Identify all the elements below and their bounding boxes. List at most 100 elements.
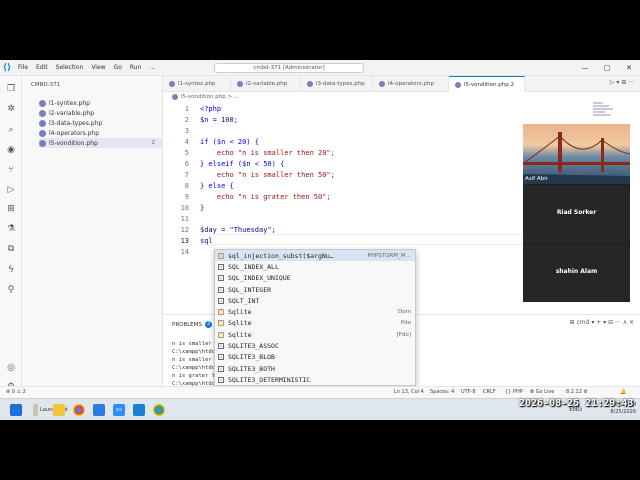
file-item-l4-operators[interactable]: l4-operators.php xyxy=(39,128,163,138)
suggestion-item[interactable]: ▫ SQL_INTEGER xyxy=(215,284,415,295)
suggestion-label: SQLT_INT xyxy=(228,296,260,305)
suggestion-label: SQL_INTEGER xyxy=(228,285,272,294)
taskbar-date: 8/25/2026 xyxy=(610,409,636,415)
constant-icon: ▫ xyxy=(218,275,224,282)
tab-l2-variable[interactable]: l2-variable.php xyxy=(231,76,301,92)
command-center-search[interactable]: cmbd-371 [Administrator] xyxy=(214,63,364,73)
menu-run[interactable]: Run xyxy=(126,64,146,71)
editor-actions[interactable]: ▷ ▾ ⊞ ··· xyxy=(610,79,634,86)
suggestion-label: Sqlite xyxy=(228,308,252,317)
code-line-current: 13 sql xyxy=(163,236,522,247)
breadcrumb[interactable]: l5-vondition.php > ... xyxy=(172,94,239,100)
suggestion-item[interactable]: ƒ Sqlite Dom xyxy=(215,306,415,317)
participant-video-asif[interactable]: Asif Abir xyxy=(522,124,631,184)
suggestion-item[interactable]: ƒ sql_injection_subst($argNu… PHPSTORM_M… xyxy=(215,250,415,262)
search-alt-icon[interactable]: ⚲ xyxy=(5,284,17,296)
suggestion-item[interactable]: ▫ SQLITE3_BLOB xyxy=(215,352,415,363)
file-name: l1-syntex.php xyxy=(49,99,90,107)
code-line: 5 echo "n is smaller then 20"; xyxy=(163,148,522,159)
status-encoding[interactable]: UTF-8 xyxy=(461,389,476,395)
zoom-icon[interactable]: zm xyxy=(113,404,125,416)
suggestion-widget: ƒ sql_injection_subst($argNu… PHPSTORM_M… … xyxy=(214,249,416,386)
status-cursor-position[interactable]: Ln 13, Col 4 xyxy=(394,389,424,395)
suggestion-label: SQLITE3_BOTH xyxy=(228,364,275,373)
suggestion-item[interactable]: ƒ Sqlite Pdo xyxy=(215,318,415,329)
participant-tile-riad[interactable]: Riad Sorker xyxy=(523,185,630,243)
suggestion-item[interactable]: ▫ SQLITE3_ASSOC xyxy=(215,340,415,351)
tab-l1-syntex[interactable]: l1-syntex.php xyxy=(163,76,231,92)
suggestion-item[interactable]: ▫ SQL_INDEX_UNIQUE xyxy=(215,273,415,284)
chrome-profile-icon[interactable] xyxy=(153,404,165,416)
tab-label: l3-data-types.php xyxy=(316,81,365,87)
notifications-bell-icon[interactable]: 🔔 xyxy=(620,389,626,395)
explorer-icon[interactable]: ❐ xyxy=(5,83,17,95)
maximize-button[interactable]: □ xyxy=(596,60,618,76)
status-language[interactable]: {} PHP xyxy=(505,389,523,395)
minimap[interactable] xyxy=(593,102,621,122)
constant-icon: ▫ xyxy=(218,365,224,372)
participant-tile-shahin[interactable]: shahin Alam xyxy=(523,244,630,302)
suggestion-detail: PHPSTORM_M… xyxy=(367,252,411,259)
explorer-sidebar: CMBD-371 l1-syntex.php l2-variable.php l… xyxy=(22,76,163,398)
search-icon[interactable]: ⌕ xyxy=(5,124,17,136)
terminal-toolbar[interactable]: ⊞ cmd ▾ + ▾ ⊟ ··· ∧ ✕ xyxy=(570,319,634,326)
minimize-button[interactable]: — xyxy=(574,60,596,76)
suggestion-item[interactable]: ▫ SQLITE3_DETERMINISTIC xyxy=(215,374,415,385)
php-file-icon xyxy=(237,81,243,87)
chrome-icon[interactable] xyxy=(73,404,85,416)
settings-sync-icon[interactable]: ✲ xyxy=(5,103,17,115)
tab-label: l2-variable.php xyxy=(246,81,288,87)
suggestion-label: Sqlite xyxy=(228,319,252,328)
status-indentation[interactable]: Spaces: 4 xyxy=(430,389,454,395)
status-php-version[interactable]: 8.2.12 ⚙ xyxy=(566,389,588,395)
file-item-l2-variable[interactable]: l2-variable.php xyxy=(39,108,163,118)
menu-go[interactable]: Go xyxy=(110,64,126,71)
close-button[interactable]: ✕ xyxy=(618,60,640,76)
lightning-icon[interactable]: ϟ xyxy=(5,264,17,276)
launchpad-icon[interactable] xyxy=(33,404,38,416)
vscode-taskbar-icon[interactable] xyxy=(133,404,145,416)
window-controls: — □ ✕ xyxy=(574,60,640,76)
suggestion-item[interactable]: ▫ SQLT_INT xyxy=(215,295,415,306)
status-problems[interactable]: ⊗ 0 ⚠ 2 xyxy=(6,389,26,395)
code-line: 9 echo "n is grater then 50"; xyxy=(163,192,522,203)
run-debug-icon[interactable]: ▷ xyxy=(5,184,17,196)
menu-edit[interactable]: Edit xyxy=(32,64,52,71)
suggestion-item[interactable]: ▫ SQL_INDEX_ALL xyxy=(215,261,415,272)
remote-explorer-icon[interactable]: ⧉ xyxy=(5,243,17,255)
tab-l4-operators[interactable]: l4-operators.php xyxy=(373,76,449,92)
tab-label: l5-vondition.php 2 xyxy=(464,81,514,88)
tab-l3-data-types[interactable]: l3-data-types.php xyxy=(301,76,373,92)
status-go-live[interactable]: ⦾ Go Live xyxy=(530,389,554,395)
explorer-folder-title[interactable]: CMBD-371 xyxy=(31,82,60,88)
menu-file[interactable]: File xyxy=(14,64,32,71)
file-explorer-icon[interactable] xyxy=(53,404,65,416)
code-text: <?php xyxy=(200,105,222,113)
suggestion-item[interactable]: ▫ SQLITE3_BOTH xyxy=(215,363,415,374)
php-file-icon xyxy=(39,119,46,127)
tab-problems[interactable]: PROBLEMS 2 xyxy=(172,321,213,328)
tab-label: l1-syntex.php xyxy=(178,81,216,87)
tab-l5-vondition[interactable]: l5-vondition.php 2 xyxy=(449,76,525,92)
line-number: 7 xyxy=(184,171,189,179)
vscode-logo-icon: ⟨⟩ xyxy=(2,62,12,73)
terminal-line: n is grater t xyxy=(172,373,216,379)
php-debug-icon[interactable]: ◉ xyxy=(5,144,17,156)
file-item-l1-syntex[interactable]: l1-syntex.php xyxy=(39,98,163,108)
menu-more[interactable]: ... xyxy=(145,64,159,71)
testing-icon[interactable]: ⚗ xyxy=(5,223,17,235)
extensions-icon[interactable]: ⊞ xyxy=(5,203,17,215)
video-call-panel: Asif Abir Riad Sorker shahin Alam xyxy=(522,124,631,302)
windows-start-icon[interactable] xyxy=(10,404,22,416)
file-item-l3-data-types[interactable]: l3-data-types.php xyxy=(39,118,163,128)
store-icon[interactable] xyxy=(93,404,105,416)
source-control-icon[interactable]: ⑂ xyxy=(5,164,17,176)
command-center-label: cmbd-371 [Administrator] xyxy=(253,65,325,71)
account-icon[interactable]: ◎ xyxy=(5,362,17,374)
menu-view[interactable]: View xyxy=(87,64,109,71)
suggestion-item[interactable]: ƒ Sqlite [Pdo] xyxy=(215,329,415,340)
status-eol[interactable]: CRLF xyxy=(483,389,496,395)
code-line: 6} elseif ($n < 50) { xyxy=(163,159,522,170)
file-item-l5-vondition[interactable]: l5-vondition.php 2 xyxy=(39,138,163,148)
menu-selection[interactable]: Selection xyxy=(52,64,88,71)
